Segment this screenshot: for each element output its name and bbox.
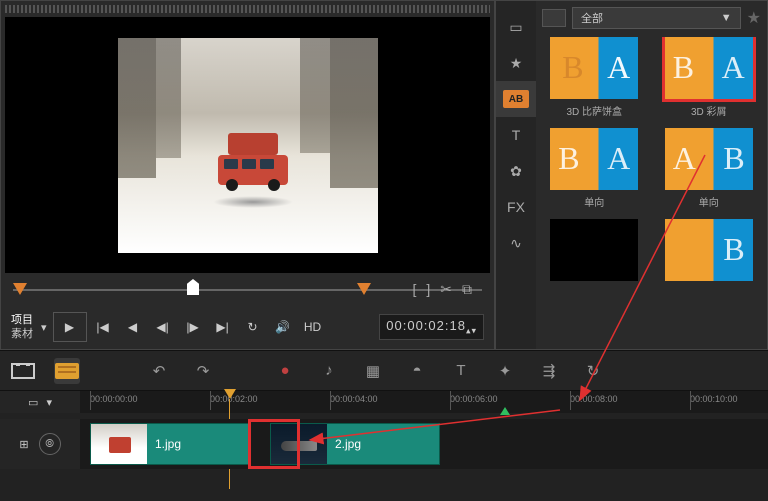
playhead-marker[interactable] bbox=[187, 279, 199, 295]
mark-in-button[interactable]: [ bbox=[412, 281, 416, 298]
time-ruler[interactable]: 00:00:00:00 00:00:02:00 00:00:04:00 00:0… bbox=[80, 391, 768, 413]
thumb-label: 单向 bbox=[584, 194, 604, 209]
timeline: ▭ ▾ 00:00:00:00 00:00:02:00 00:00:04:00 0… bbox=[0, 390, 768, 501]
volume-button[interactable]: 🔊 bbox=[269, 313, 297, 341]
record-button[interactable]: ● bbox=[272, 358, 298, 384]
go-start-button[interactable]: |◀ bbox=[89, 313, 117, 341]
video-track[interactable]: 1.jpg 2.jpg bbox=[80, 419, 768, 469]
redo-button[interactable]: ↷ bbox=[190, 358, 216, 384]
clip[interactable]: 2.jpg bbox=[270, 423, 440, 465]
chevron-down-icon[interactable]: ▾ bbox=[41, 321, 47, 334]
thumb-label: 3D 比萨饼盒 bbox=[566, 103, 622, 118]
preview-panel: [ ] ✂ ⧉ 项目 素材 ▾ ▶ |◀ ◀ ◀| |▶ ▶| ↻ 🔊 HD 0… bbox=[0, 0, 495, 350]
fx-button[interactable]: ▦ bbox=[360, 358, 386, 384]
prev-frame-button[interactable]: ◀| bbox=[149, 313, 177, 341]
motion-button[interactable]: ⇶ bbox=[536, 358, 562, 384]
preview-viewport[interactable] bbox=[5, 17, 490, 273]
go-end-button[interactable]: ▶| bbox=[209, 313, 237, 341]
transition-thumb[interactable]: BA bbox=[550, 37, 638, 99]
storyboard-view-button[interactable] bbox=[10, 358, 36, 384]
hd-button[interactable]: HD bbox=[299, 313, 327, 341]
video-track-icon[interactable]: ⦾ bbox=[39, 433, 61, 455]
path-tab[interactable]: ∿ bbox=[496, 225, 536, 261]
favorite-icon[interactable]: ★ bbox=[747, 8, 761, 28]
timeline-view-button[interactable] bbox=[54, 358, 80, 384]
transitions-tab[interactable]: AB bbox=[496, 81, 536, 117]
copy-button[interactable]: ⧉ bbox=[462, 281, 472, 298]
transition-thumb[interactable]: BA bbox=[550, 128, 638, 190]
blend-button[interactable]: ◓ bbox=[404, 358, 430, 384]
clip[interactable]: 1.jpg bbox=[90, 423, 250, 465]
mode-toggle[interactable]: 项目 素材 bbox=[11, 313, 33, 341]
drag-handle[interactable] bbox=[5, 5, 490, 13]
lock-icon[interactable]: ⊞ bbox=[19, 438, 28, 451]
gallery-icon[interactable] bbox=[542, 9, 566, 27]
next-frame-button[interactable]: |▶ bbox=[179, 313, 207, 341]
toolbar: ↶ ↷ ● ♪ ▦ ◓ T ✦ ⇶ ↻ bbox=[0, 350, 768, 390]
transition-thumb[interactable]: B bbox=[665, 219, 753, 281]
chevron-down-icon[interactable]: ▾ bbox=[46, 396, 52, 409]
undo-button[interactable]: ↶ bbox=[146, 358, 172, 384]
fx-tab[interactable]: FX bbox=[496, 189, 536, 225]
effects-panel: ▭ ★ AB T ✿ FX ∿ 全部▼ ★ BA3D 比萨饼盒 BA3D 彩屑 … bbox=[495, 0, 768, 350]
marker[interactable] bbox=[500, 407, 510, 415]
text-button[interactable]: T bbox=[448, 358, 474, 384]
graphics-tab[interactable]: ✿ bbox=[496, 153, 536, 189]
timeline-playhead[interactable] bbox=[224, 389, 236, 399]
scrub-bar[interactable]: [ ] ✂ ⧉ bbox=[5, 279, 490, 303]
media-tab[interactable]: ▭ bbox=[496, 9, 536, 45]
timecode-display[interactable]: 00:00:02:18▴▾ bbox=[379, 314, 484, 341]
loop-button[interactable]: ↻ bbox=[580, 358, 606, 384]
title-tab[interactable]: T bbox=[496, 117, 536, 153]
transition-thumb[interactable] bbox=[550, 219, 638, 281]
mark-out-button[interactable]: ] bbox=[426, 281, 430, 298]
in-marker[interactable] bbox=[13, 283, 27, 295]
transition-thumb[interactable]: AB bbox=[665, 128, 753, 190]
out-marker[interactable] bbox=[357, 283, 371, 295]
transition-thumb[interactable]: BA bbox=[665, 37, 753, 99]
thumb-label: 单向 bbox=[699, 194, 719, 209]
step-back-button[interactable]: ◀ bbox=[119, 313, 147, 341]
cut-button[interactable]: ✂ bbox=[440, 281, 452, 298]
fx-filter-tab[interactable]: ★ bbox=[496, 45, 536, 81]
thumb-label: 3D 彩屑 bbox=[691, 103, 727, 118]
track-toggle-icon[interactable]: ▭ bbox=[28, 396, 38, 409]
repeat-button[interactable]: ↻ bbox=[239, 313, 267, 341]
category-dropdown[interactable]: 全部▼ bbox=[572, 7, 741, 29]
snap-button[interactable]: ✦ bbox=[492, 358, 518, 384]
audio-button[interactable]: ♪ bbox=[316, 358, 342, 384]
play-button[interactable]: ▶ bbox=[53, 312, 87, 342]
